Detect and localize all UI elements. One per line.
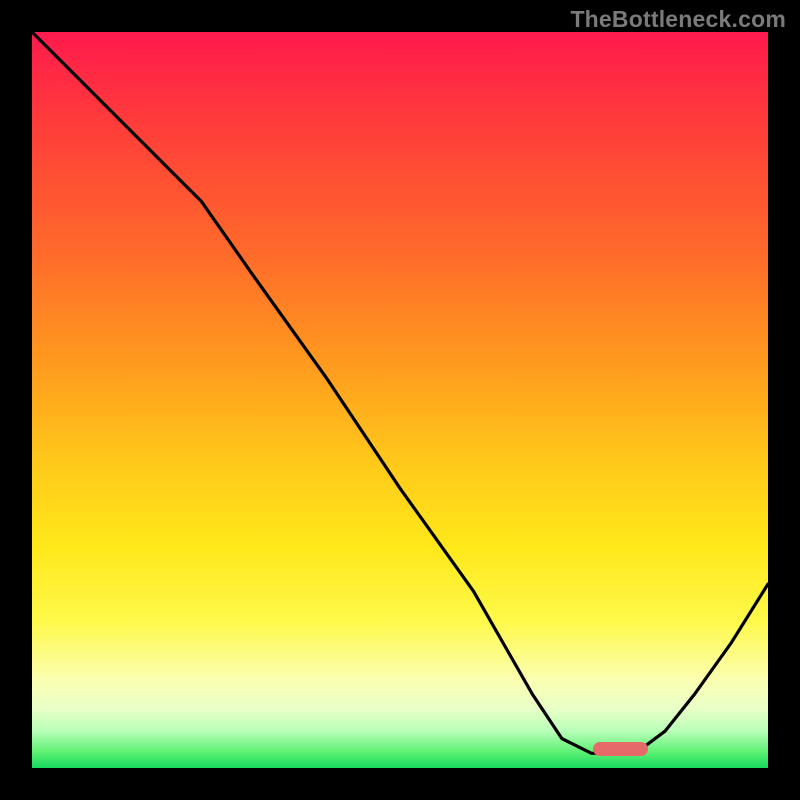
bottleneck-curve <box>32 32 768 768</box>
watermark-text: TheBottleneck.com <box>570 6 786 33</box>
optimal-marker <box>593 742 648 756</box>
chart-frame: TheBottleneck.com <box>0 0 800 800</box>
plot-area <box>32 32 768 768</box>
